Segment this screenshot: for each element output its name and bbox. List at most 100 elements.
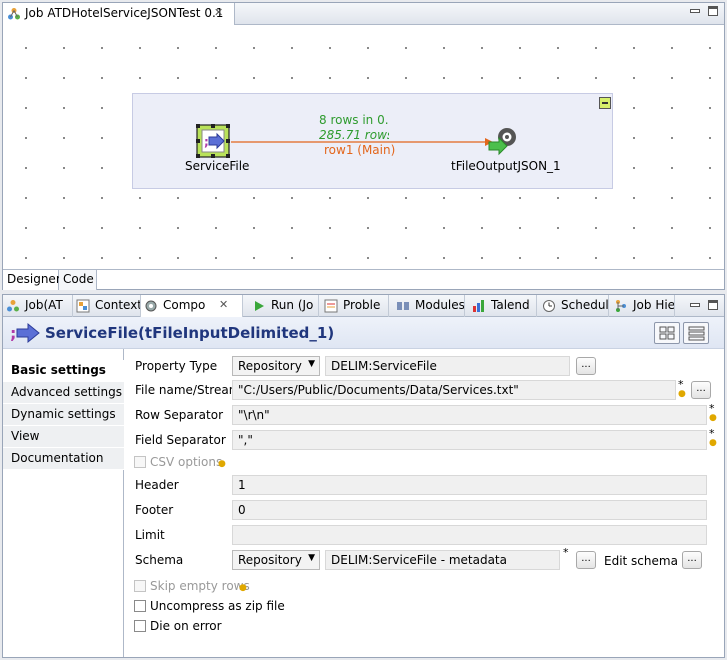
nav-basic-settings[interactable]: Basic settings — [3, 360, 124, 382]
job-icon — [6, 299, 20, 316]
maximize-icon[interactable] — [707, 5, 719, 20]
close-icon[interactable]: ✕ — [214, 6, 223, 19]
file-browse-button[interactable]: ... — [691, 381, 711, 399]
edit-schema-label: Edit schema — [604, 554, 678, 568]
dropdown-arrow-icon: ▼ — [308, 553, 315, 563]
component-view-panel: Job(AT Context Compo ✕ Run (Jo Proble Mo… — [2, 294, 725, 658]
property-type-label: Property Type — [135, 359, 218, 373]
nav-view[interactable]: View — [3, 426, 124, 448]
component-servicefile[interactable]: ; — [196, 124, 230, 158]
link-label[interactable]: row1 (Main) — [324, 143, 395, 157]
component-label-tfileoutputjson[interactable]: tFileOutputJSON_1 — [451, 159, 561, 173]
schema-label: Schema — [135, 553, 184, 567]
link-stats-rows: 8 rows in 0.03s — [319, 113, 389, 127]
hierarchy-icon — [614, 299, 628, 316]
job-icon — [7, 7, 21, 24]
footer-label: Footer — [135, 503, 174, 517]
minimize-icon[interactable] — [689, 5, 701, 20]
job-editor-tab-title: Job ATDHotelServiceJSONTest 0.1 — [25, 6, 224, 20]
file-name-field[interactable]: "C:/Users/Public/Documents/Data/Services… — [232, 380, 676, 400]
component-label-servicefile[interactable]: ServiceFile — [185, 159, 249, 173]
csv-options-checkbox[interactable] — [134, 456, 146, 468]
uncompress-zip-label: Uncompress as zip file — [150, 599, 285, 613]
scheduler-icon — [542, 299, 556, 316]
run-icon — [252, 299, 266, 316]
property-type-select[interactable]: Repository ▼ — [232, 356, 320, 376]
maximize-icon[interactable] — [707, 299, 719, 314]
skip-empty-rows-checkbox[interactable] — [134, 580, 146, 592]
tab-scheduler[interactable]: Schedul — [539, 295, 609, 317]
tab-label: Job Hie — [633, 298, 675, 312]
row-separator-label: Row Separator — [135, 408, 224, 422]
footer-field[interactable]: 0 — [232, 500, 707, 520]
file-name-label: File name/Stream — [135, 383, 241, 397]
context-icon — [76, 299, 90, 316]
tab-run[interactable]: Run (Jo — [249, 295, 319, 317]
talend-icon — [472, 299, 486, 316]
edit-schema-button[interactable]: ... — [682, 551, 702, 569]
job-editor-tabbar: Job ATDHotelServiceJSONTest 0.1 ✕ — [3, 3, 724, 25]
die-on-error-checkbox[interactable] — [134, 620, 146, 632]
view-tabbar: Job(AT Context Compo ✕ Run (Jo Proble Mo… — [3, 295, 724, 317]
tab-label: Context — [95, 298, 141, 312]
property-type-value: Repository — [238, 359, 302, 373]
layout-list-button[interactable] — [683, 322, 709, 344]
tab-context[interactable]: Context — [73, 295, 141, 317]
schema-type-select[interactable]: Repository ▼ — [232, 550, 320, 570]
nav-advanced-settings[interactable]: Advanced settings — [3, 382, 124, 404]
tab-job[interactable]: Job(AT — [3, 295, 73, 317]
skip-empty-rows-label: Skip empty rows — [150, 579, 250, 593]
grid-layout-icon — [659, 326, 675, 340]
hint-bulb-icon: ● — [709, 438, 717, 448]
uncompress-zip-checkbox[interactable] — [134, 600, 146, 612]
component-title-bar: ; ServiceFile(tFileInputDelimited_1) — [3, 317, 724, 349]
dropdown-arrow-icon: ▼ — [308, 359, 315, 369]
tab-problems[interactable]: Proble — [321, 295, 389, 317]
hint-bulb-icon: ● — [678, 389, 686, 399]
designer-canvas[interactable]: ; ServiceFile tFileOutputJSON_1 8 rows i… — [3, 25, 724, 269]
property-repository-field[interactable]: DELIM:ServiceFile — [325, 356, 570, 376]
tab-talend[interactable]: Talend — [469, 295, 537, 317]
layout-grid-button[interactable] — [654, 322, 680, 344]
close-icon[interactable]: ✕ — [219, 298, 228, 311]
tab-label: Schedul — [561, 298, 609, 312]
list-layout-icon — [688, 326, 705, 341]
limit-field[interactable] — [232, 525, 707, 545]
required-mark: * — [563, 546, 569, 559]
schema-type-value: Repository — [238, 553, 302, 567]
hint-bulb-icon: ● — [709, 413, 717, 423]
tab-designer[interactable]: Designer — [3, 270, 61, 290]
tab-label: Talend — [491, 298, 530, 312]
field-separator-field[interactable]: "," — [232, 430, 707, 450]
job-editor-tab[interactable]: Job ATDHotelServiceJSONTest 0.1 ✕ — [3, 3, 235, 25]
schema-browse-button[interactable]: ... — [576, 551, 596, 569]
tab-label: Run (Jo — [271, 298, 314, 312]
component-gear-icon — [144, 299, 158, 316]
tab-label: Modules — [415, 298, 465, 312]
json-output-icon — [488, 128, 516, 156]
property-browse-button[interactable]: ... — [576, 357, 596, 375]
svg-text:;: ; — [204, 135, 209, 149]
tab-job-hierarchy[interactable]: Job Hie — [611, 295, 675, 317]
job-editor-panel: Job ATDHotelServiceJSONTest 0.1 ✕ ; Serv… — [2, 2, 725, 290]
designer-code-tabs: Designer Code — [3, 269, 724, 290]
minimize-icon[interactable] — [689, 299, 701, 314]
component-title: ServiceFile(tFileInputDelimited_1) — [45, 324, 335, 342]
nav-documentation[interactable]: Documentation — [3, 448, 124, 470]
row-separator-field[interactable]: "\r\n" — [232, 405, 707, 425]
field-separator-label: Field Separator — [135, 433, 226, 447]
tab-code[interactable]: Code — [59, 270, 97, 290]
header-field[interactable]: 1 — [232, 475, 707, 495]
die-on-error-label: Die on error — [150, 619, 222, 633]
schema-repository-field[interactable]: DELIM:ServiceFile - metadata — [325, 550, 560, 570]
component-tfileoutputjson[interactable] — [487, 126, 519, 156]
delimited-input-icon: ; — [9, 322, 41, 347]
tab-component[interactable]: Compo ✕ — [141, 295, 243, 317]
modules-icon — [396, 299, 410, 316]
link-stats-rate: 285.71 rows/s — [319, 128, 389, 142]
tab-modules[interactable]: Modules — [393, 295, 465, 317]
nav-dynamic-settings[interactable]: Dynamic settings — [3, 404, 124, 426]
problems-icon — [324, 299, 338, 316]
limit-label: Limit — [135, 528, 165, 542]
basic-settings-form: Property Type Repository ▼ DELIM:Service… — [125, 349, 724, 657]
